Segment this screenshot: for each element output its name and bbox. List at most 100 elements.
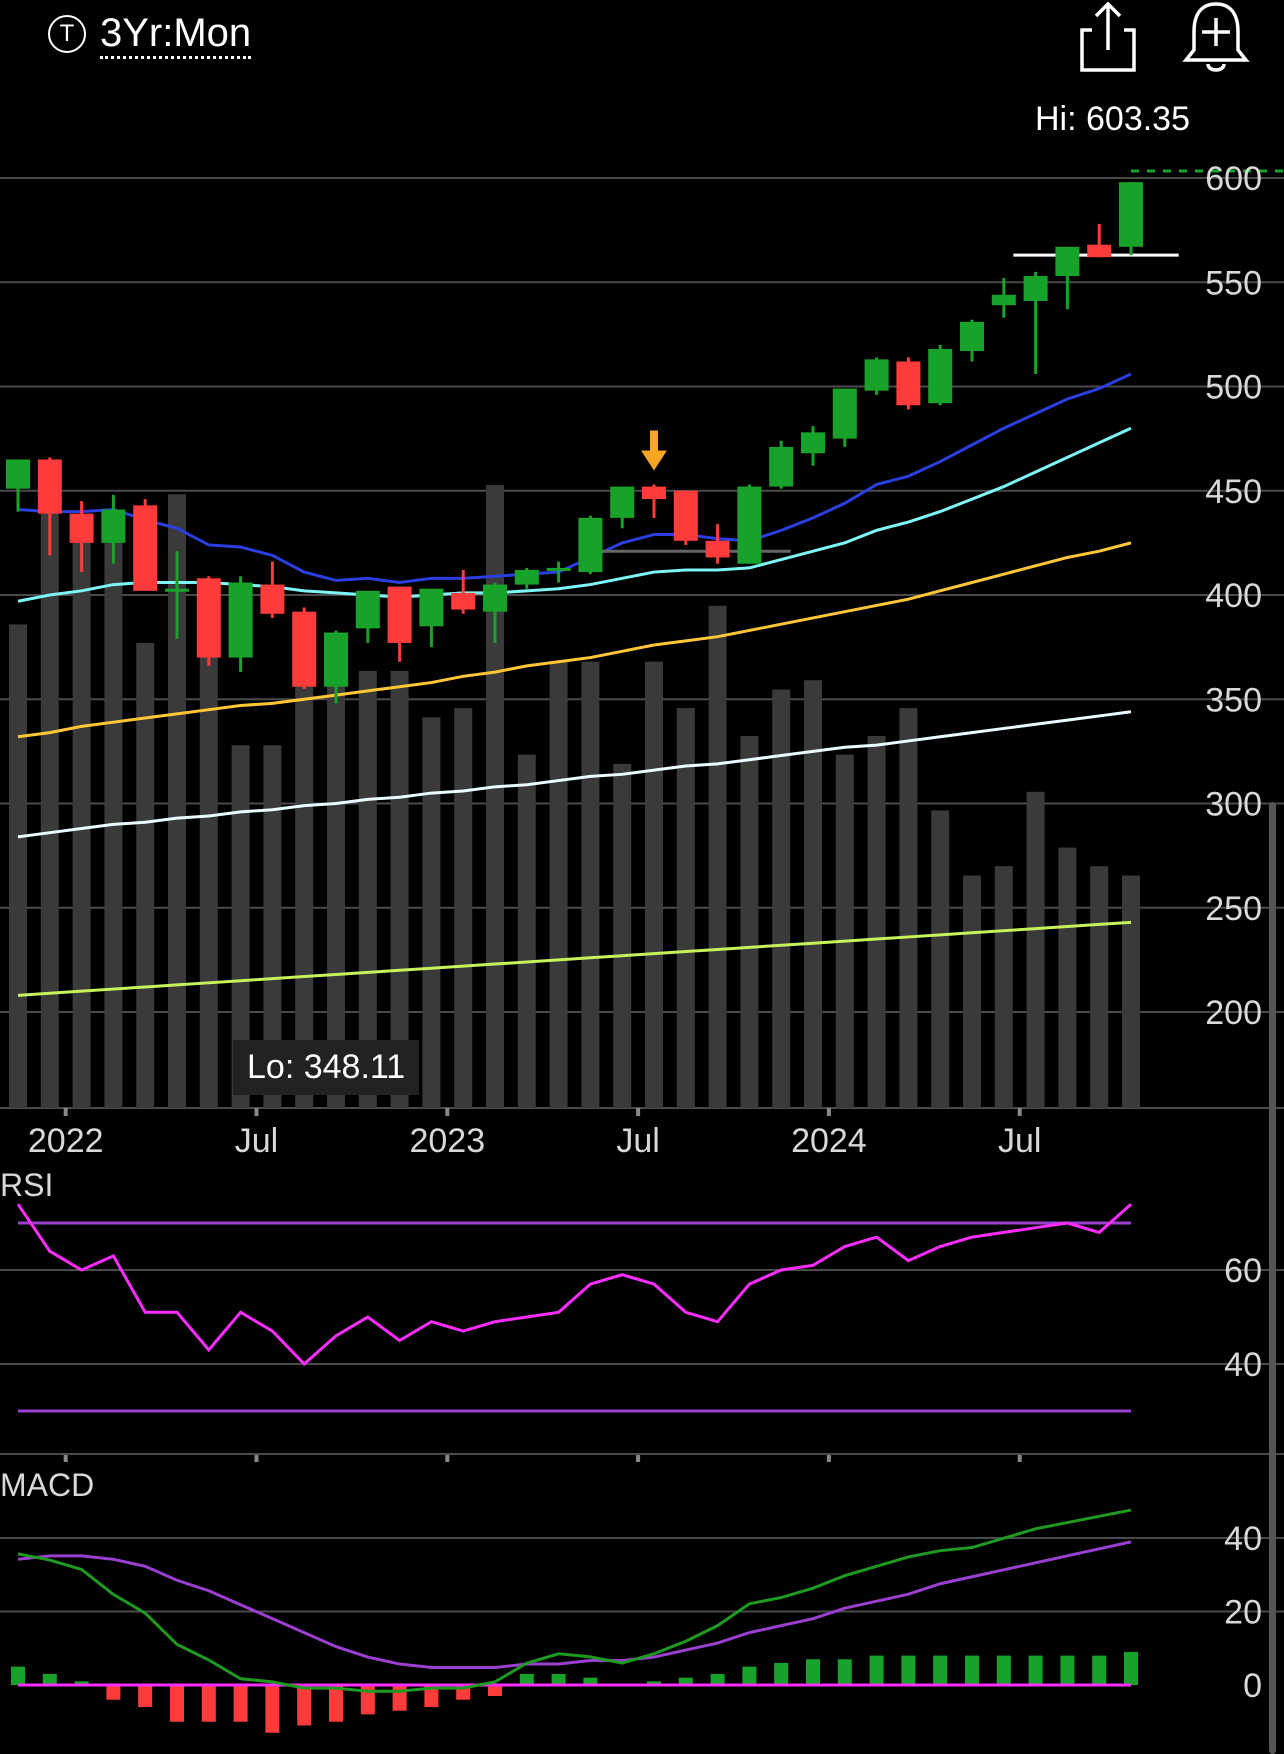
candle-body xyxy=(260,584,285,614)
candle-body xyxy=(387,586,412,643)
candle-body xyxy=(610,486,635,518)
price-tick-label: 600 xyxy=(1205,160,1262,198)
add-alert-button[interactable] xyxy=(1182,0,1250,74)
rsi-line xyxy=(16,1203,1132,1367)
rsi-title: RSI xyxy=(0,1167,53,1203)
macd-histogram-bar xyxy=(265,1685,280,1733)
candle-body xyxy=(165,588,189,592)
price-tick-label: 200 xyxy=(1205,994,1262,1032)
volume-bar xyxy=(9,624,27,1108)
high-price-label: Hi: 603.35 xyxy=(1035,100,1190,138)
volume-bar xyxy=(72,531,91,1108)
macd-histogram-bar xyxy=(170,1685,184,1722)
x-tick-label: Jul xyxy=(235,1122,278,1160)
macd-histogram-bar xyxy=(806,1659,820,1685)
volume-bar xyxy=(422,717,441,1108)
candle-body xyxy=(737,486,762,564)
candle-body xyxy=(196,578,221,658)
volume-bar xyxy=(645,661,663,1108)
macd-histogram-bar xyxy=(996,1655,1011,1685)
candle-body xyxy=(101,509,126,543)
timeframe-label[interactable]: 3Yr:Mon xyxy=(100,10,252,59)
candle-body xyxy=(991,294,1016,306)
share-icon xyxy=(1080,1,1136,72)
low-price-label: Lo: 348.11 xyxy=(233,1040,420,1095)
volume-bars xyxy=(9,484,1140,1108)
price-tick-label: 550 xyxy=(1205,264,1262,302)
arrow-marker-shaft xyxy=(650,430,658,453)
price-candles[interactable] xyxy=(6,182,1143,704)
macd-histogram-bar xyxy=(869,1655,884,1685)
chart-canvas[interactable]: RSI6040 MACD40200 6005505004504003503002… xyxy=(0,0,1284,1754)
candle-body xyxy=(1119,182,1143,247)
volume-bar xyxy=(1122,875,1140,1108)
rsi-pane[interactable]: RSI 60 40 xyxy=(0,1167,1284,1455)
volume-bar xyxy=(1058,847,1077,1108)
macd-histogram-bar xyxy=(329,1685,343,1722)
volume-bar xyxy=(517,754,536,1108)
macd-histogram-bar xyxy=(201,1685,216,1722)
volume-bar xyxy=(1090,866,1109,1108)
candle-body xyxy=(37,459,62,514)
candle-body xyxy=(228,582,253,658)
price-tick-label: 350 xyxy=(1205,681,1262,719)
volume-bar xyxy=(454,708,473,1108)
trade-marker xyxy=(641,430,667,471)
macd-histogram-bar xyxy=(519,1673,534,1685)
candle-body xyxy=(292,611,317,687)
candle-body xyxy=(832,388,857,439)
share-button[interactable] xyxy=(1078,0,1138,74)
macd-histogram-bar xyxy=(138,1685,153,1708)
candle-body xyxy=(769,446,794,487)
timeframe-selector[interactable]: T 3Yr:Mon xyxy=(48,6,252,62)
macd-histogram-bar xyxy=(488,1685,502,1697)
arrow-marker-head xyxy=(641,450,667,471)
volume-bar xyxy=(931,810,950,1108)
candle-body xyxy=(69,513,94,543)
candle-body xyxy=(1023,275,1048,302)
volume-bar xyxy=(994,866,1013,1108)
volume-bar xyxy=(835,754,854,1108)
macd-histogram-bar xyxy=(42,1673,57,1685)
candle-body xyxy=(6,459,30,489)
x-tick-label: Jul xyxy=(616,1122,659,1160)
vertical-scrollbar[interactable] xyxy=(1269,802,1276,1754)
macd-histogram-bar xyxy=(933,1655,948,1685)
candle-body xyxy=(705,540,730,558)
macd-histogram-bar xyxy=(1060,1655,1075,1685)
volume-bar xyxy=(104,512,123,1108)
macd-pane[interactable]: MACD 40 20 0 xyxy=(0,1467,1284,1733)
candle-body xyxy=(864,359,889,391)
volume-bar xyxy=(613,763,632,1108)
macd-histogram-bar xyxy=(742,1666,757,1685)
macd-histogram-bar xyxy=(1124,1651,1138,1685)
macd-title: MACD xyxy=(0,1467,94,1503)
candle-body xyxy=(546,567,571,571)
volume-bar xyxy=(963,875,981,1108)
volume-bar xyxy=(867,736,886,1108)
candle-body xyxy=(483,584,507,612)
price-tick-label: 450 xyxy=(1205,473,1262,511)
candle-body xyxy=(928,348,953,404)
volume-bar xyxy=(295,633,314,1108)
macd-histogram-bar xyxy=(233,1685,248,1722)
volume-bar xyxy=(40,484,59,1108)
candle-body xyxy=(1055,246,1080,276)
candle-body xyxy=(419,588,444,627)
x-tick-label: 2022 xyxy=(28,1122,104,1160)
macd-tick-label: 0 xyxy=(1243,1667,1262,1705)
price-tick-label: 500 xyxy=(1205,369,1262,407)
volume-bar xyxy=(740,736,759,1108)
macd-histogram-bar xyxy=(901,1655,916,1685)
macd-histogram-bar xyxy=(774,1662,789,1685)
macd-histogram-bar xyxy=(392,1685,407,1711)
volume-bar xyxy=(708,605,727,1108)
volume-bar xyxy=(899,708,918,1108)
macd-histogram-bar xyxy=(297,1685,312,1726)
candle-body xyxy=(960,321,984,352)
rsi-tick-label: 60 xyxy=(1224,1252,1262,1290)
volume-bar xyxy=(486,484,504,1108)
volume-bar xyxy=(199,615,218,1108)
volume-bar xyxy=(549,661,568,1108)
candle-body xyxy=(451,592,476,610)
